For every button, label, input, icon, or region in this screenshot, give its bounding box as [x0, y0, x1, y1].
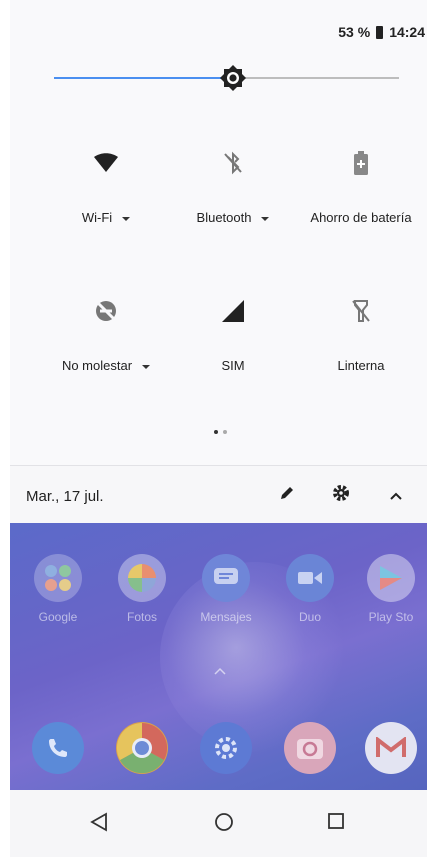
tile-wifi[interactable]: Wi-Fi	[46, 148, 166, 225]
messages-icon	[202, 554, 250, 602]
quick-settings-panel: 53 % 14:24 Wi-Fi Bluetooth Ahorro de bat…	[10, 0, 427, 523]
collapse-button[interactable]	[390, 488, 402, 506]
duo-icon	[286, 554, 334, 602]
battery-icon	[376, 25, 384, 39]
app-play-store[interactable]: Play Sto	[356, 554, 426, 624]
bluetooth-off-icon	[173, 148, 293, 178]
back-icon	[90, 812, 107, 832]
phone-icon	[32, 722, 84, 774]
dock-camera[interactable]	[275, 722, 345, 774]
date-label: Mar., 17 jul.	[26, 488, 104, 505]
app-label: Fotos	[126, 610, 157, 624]
tile-flashlight[interactable]: Linterna	[301, 296, 421, 373]
signal-icon	[173, 296, 293, 326]
navigation-bar	[10, 790, 427, 857]
tile-label: Wi-Fi	[81, 210, 113, 225]
recents-icon	[328, 813, 344, 829]
dock-settings[interactable]	[191, 722, 261, 774]
app-label: Google	[38, 610, 78, 624]
brightness-icon[interactable]	[219, 64, 247, 97]
page-dot-active	[214, 430, 218, 434]
brightness-fill	[54, 77, 233, 79]
chevron-down-icon[interactable]	[142, 364, 151, 369]
pencil-icon	[281, 487, 293, 499]
tile-label: SIM	[221, 358, 245, 373]
app-fotos[interactable]: Fotos	[107, 554, 177, 624]
tile-label: Linterna	[337, 358, 385, 373]
page-indicator	[214, 430, 227, 434]
tile-label: Ahorro de batería	[310, 210, 412, 225]
dock-gmail[interactable]	[356, 722, 426, 774]
app-google-folder[interactable]: Google	[23, 554, 93, 624]
tile-label: No molestar	[61, 358, 133, 373]
clock: 14:24	[389, 24, 425, 40]
chevron-down-icon[interactable]	[122, 216, 131, 221]
settings-app-icon	[200, 722, 252, 774]
app-label: Play Sto	[368, 610, 414, 624]
edit-button[interactable]	[278, 484, 296, 507]
home-icon	[215, 813, 233, 831]
chrome-icon	[116, 722, 168, 774]
page-dot	[223, 430, 227, 434]
flashlight-off-icon	[301, 296, 421, 326]
do-not-disturb-icon	[46, 296, 166, 326]
back-button[interactable]	[90, 812, 108, 837]
camera-icon	[284, 722, 336, 774]
play-store-icon	[367, 554, 415, 602]
brightness-slider[interactable]	[54, 65, 399, 91]
dock-chrome[interactable]	[107, 722, 177, 774]
app-label: Mensajes	[200, 610, 252, 624]
tile-bluetooth[interactable]: Bluetooth	[173, 148, 293, 225]
tile-label: Bluetooth	[196, 210, 252, 225]
chevron-down-icon[interactable]	[261, 216, 270, 221]
battery-percent: 53 %	[338, 24, 371, 40]
dock-phone[interactable]	[23, 722, 93, 774]
tile-sim[interactable]: SIM	[173, 296, 293, 373]
google-folder-icon	[34, 554, 82, 602]
chevron-up-icon	[390, 492, 402, 500]
gmail-icon	[365, 722, 417, 774]
battery-saver-icon	[301, 148, 421, 178]
app-duo[interactable]: Duo	[275, 554, 345, 624]
recents-button[interactable]	[328, 813, 344, 834]
home-button[interactable]	[214, 812, 234, 837]
wifi-icon	[46, 148, 166, 178]
status-bar: 53 % 14:24	[338, 24, 425, 40]
tile-battery-saver[interactable]: Ahorro de batería	[301, 148, 421, 225]
gear-icon	[333, 485, 349, 501]
app-label: Duo	[298, 610, 321, 624]
app-mensajes[interactable]: Mensajes	[191, 554, 261, 624]
tile-do-not-disturb[interactable]: No molestar	[46, 296, 166, 373]
phone-screen: Google Fotos Mensajes Duo Play Sto 53 % …	[10, 0, 427, 857]
app-drawer-chevron-icon[interactable]	[214, 662, 226, 680]
settings-button[interactable]	[332, 484, 350, 507]
quick-settings-footer: Mar., 17 jul.	[10, 465, 427, 523]
photos-icon	[118, 554, 166, 602]
